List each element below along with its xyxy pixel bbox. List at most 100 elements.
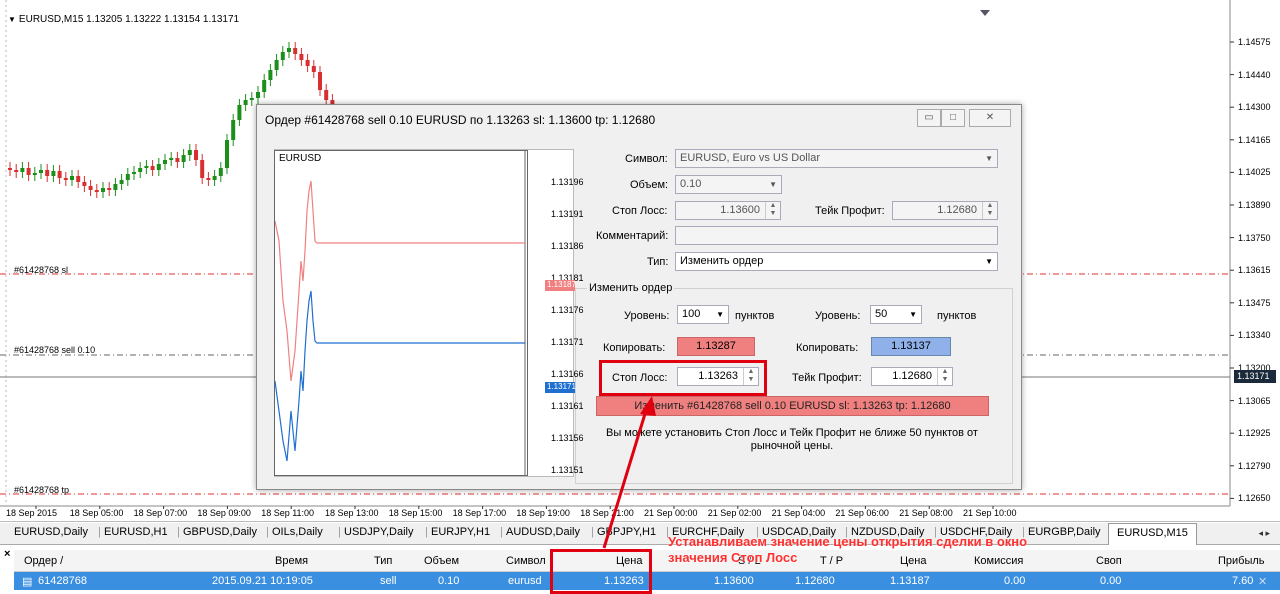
- mini-bid-tag: 1.13171: [545, 382, 576, 393]
- cell-volume: 0.10: [438, 575, 460, 587]
- candle-body: [150, 166, 155, 170]
- volume-select: 0.10 ▼: [675, 175, 782, 194]
- candle-body: [218, 168, 223, 176]
- tab-separator: |: [591, 526, 594, 538]
- tab-eurusd-h1[interactable]: EURUSD,H1: [104, 526, 168, 538]
- tabs-scroll-arrows-icon[interactable]: ◂ ▸: [1258, 528, 1270, 539]
- tab-audusd-daily[interactable]: AUDUSD,Daily: [506, 526, 580, 538]
- mini-chart-symbol: EURUSD: [279, 153, 322, 164]
- time-tick-label: 21 Sep 00:00: [644, 508, 698, 518]
- candle-body: [318, 72, 322, 90]
- dialog-title: Ордер #61428768 sell 0.10 EURUSD по 1.13…: [265, 113, 656, 127]
- row-close-icon[interactable]: ✕: [1258, 575, 1267, 588]
- chevron-down-icon: ▼: [985, 154, 993, 163]
- tab-eurusd-m15[interactable]: EURUSD,M15: [1108, 523, 1197, 545]
- candle-body: [231, 120, 236, 140]
- tab-oils-daily[interactable]: OILs,Daily: [272, 526, 323, 538]
- mini-tick-label: 1.13191: [551, 209, 584, 219]
- tp-line-label: #61428768 tp: [14, 485, 70, 495]
- price-tick-label: 1.14025: [1238, 167, 1271, 178]
- tab-gbpusd-daily[interactable]: GBPUSD,Daily: [183, 526, 257, 538]
- comment-field: [675, 226, 998, 245]
- cell-commission: 0.00: [1004, 575, 1026, 587]
- tab-eurgbp-daily[interactable]: EURGBP,Daily: [1028, 526, 1101, 538]
- time-tick-label: 21 Sep 04:00: [771, 508, 826, 518]
- tab-separator: |: [98, 526, 101, 538]
- col-swap[interactable]: Своп: [1096, 555, 1122, 567]
- mini-tick-label: 1.13186: [551, 241, 584, 251]
- candle-body: [262, 80, 267, 92]
- candle-body: [32, 173, 37, 175]
- level-right-select[interactable]: 50 ▼: [870, 305, 922, 324]
- annotation-text-content: Устанавливаем значение цены открытия сде…: [668, 534, 1028, 565]
- maximize-icon[interactable]: □: [941, 109, 965, 127]
- spinner-icon[interactable]: ▲ ▼: [937, 368, 952, 385]
- candle-body: [8, 168, 12, 170]
- time-tick-label: 18 Sep 07:00: [133, 508, 188, 518]
- minimize-icon[interactable]: ▭: [917, 109, 941, 127]
- mini-tick-chart: EURUSD 1.13196 1.13191 1.13186 1.13181 1.131…: [274, 150, 584, 476]
- price-tick-label: 1.13890: [1238, 200, 1271, 210]
- candle-body: [63, 178, 68, 180]
- tab-separator: |: [338, 526, 341, 538]
- annotation-text: Устанавливаем значение цены открытия сде…: [668, 534, 1038, 566]
- terminal-close-icon[interactable]: ×: [4, 548, 10, 560]
- copy-left-button[interactable]: 1.13287: [677, 337, 755, 356]
- col-order[interactable]: Ордер /: [24, 555, 63, 567]
- sell-line-label: #61428768 sell 0.10: [14, 345, 96, 355]
- mini-tick-label: 1.13156: [551, 433, 584, 443]
- tab-usdjpy-daily[interactable]: USDJPY,Daily: [344, 526, 414, 538]
- col-time[interactable]: Время: [275, 555, 308, 567]
- mini-tick-label: 1.13166: [551, 369, 584, 379]
- candle-body: [237, 105, 242, 120]
- chart-menu-triangle-icon[interactable]: ▼: [8, 15, 16, 24]
- candle-body: [268, 70, 273, 80]
- hint-text: Вы можете установить Стоп Лосс и Тейк Пр…: [606, 427, 978, 452]
- col-type[interactable]: Тип: [374, 555, 392, 567]
- type-value: Изменить ордер: [680, 255, 764, 267]
- time-tick-label: 18 Sep 2015: [6, 508, 58, 518]
- level-left-value: 100: [682, 308, 701, 320]
- tab-eurjpy-h1[interactable]: EURJPY,H1: [431, 526, 490, 538]
- type-select[interactable]: Изменить ордер ▼: [675, 252, 998, 271]
- price-tick-label: 1.12925: [1238, 428, 1271, 439]
- symbol-select: EURUSD, Euro vs US Dollar ▼: [675, 149, 998, 168]
- time-tick-label: 18 Sep 15:00: [388, 508, 443, 518]
- chevron-down-icon: ▼: [716, 310, 724, 319]
- tab-eurusd-daily[interactable]: EURUSD,Daily: [14, 526, 88, 538]
- tab-gbpjpy-h1[interactable]: GBPJPY,H1: [597, 526, 656, 538]
- current-price-tag: 1.13171: [1234, 370, 1276, 383]
- price-tick-label: 1.14165: [1238, 134, 1271, 145]
- col-volume[interactable]: Объем: [424, 555, 459, 567]
- candle-body: [181, 155, 186, 162]
- time-tick-label: 18 Sep 11:00: [261, 508, 315, 518]
- price-tick-label: 1.14440: [1238, 69, 1271, 80]
- candle-body: [287, 48, 291, 52]
- spinner-icon: ▲ ▼: [982, 202, 997, 219]
- order-doc-icon: ▤: [22, 576, 33, 588]
- mini-tick-label: 1.13151: [551, 465, 584, 475]
- level-left-label: Уровень:: [624, 310, 670, 322]
- cell-swap: 0.00: [1100, 575, 1122, 587]
- candle-body: [256, 92, 260, 98]
- cell-sl: 1.13600: [714, 575, 754, 587]
- comment-label: Комментарий:: [596, 230, 669, 242]
- candle-body: [194, 150, 198, 160]
- candle-body: [138, 168, 143, 172]
- sl-disabled-value: 1.13600: [720, 204, 760, 216]
- level-left-select[interactable]: 100 ▼: [677, 305, 729, 324]
- candle-body: [51, 171, 56, 176]
- time-tick-label: 21 Sep 02:00: [707, 508, 762, 518]
- close-icon[interactable]: ✕: [969, 109, 1011, 127]
- tp-disabled-value: 1.12680: [937, 204, 977, 216]
- col-profit[interactable]: Прибыль: [1218, 555, 1265, 567]
- price-tick-label: 1.12790: [1238, 460, 1271, 471]
- candle-body: [101, 188, 105, 192]
- group-title: Изменить ордер: [587, 282, 675, 294]
- candle-body: [274, 60, 279, 70]
- col-symbol[interactable]: Символ: [506, 555, 546, 567]
- tp-new-input[interactable]: 1.12680 ▲ ▼: [871, 367, 953, 386]
- candle-body: [187, 150, 192, 155]
- modify-order-button[interactable]: Изменить #61428768 sell 0.10 EURUSD sl: …: [596, 396, 989, 416]
- copy-right-button[interactable]: 1.13137: [871, 337, 951, 356]
